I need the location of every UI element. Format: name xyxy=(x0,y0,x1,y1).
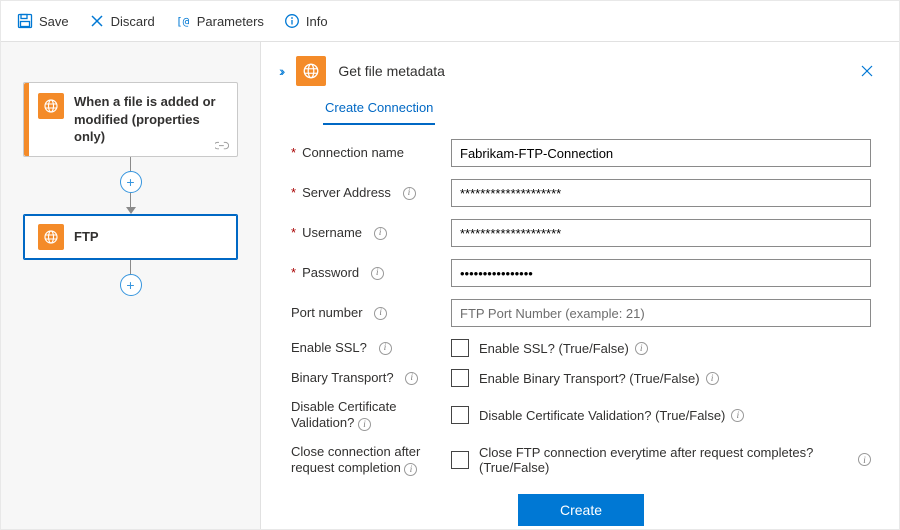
connection-name-label: *Connection name xyxy=(291,145,451,161)
server-address-input[interactable] xyxy=(451,179,871,207)
toolbar: Save Discard [@] Parameters Info xyxy=(1,1,899,41)
ftp-icon xyxy=(38,224,64,250)
binary-transport-label: Binary Transport? i xyxy=(291,370,451,386)
action-title: FTP xyxy=(74,224,99,246)
close-button[interactable] xyxy=(855,59,879,83)
discard-button[interactable]: Discard xyxy=(83,9,161,33)
connector-line xyxy=(130,260,131,274)
disable-cert-checkbox-label: Disable Certificate Validation? (True/Fa… xyxy=(479,408,744,423)
action-card-ftp[interactable]: FTP xyxy=(23,214,238,260)
card-accent xyxy=(24,83,29,156)
info-icon[interactable]: i xyxy=(405,372,418,385)
password-input[interactable] xyxy=(451,259,871,287)
info-icon[interactable]: i xyxy=(706,372,719,385)
add-step-button[interactable]: + xyxy=(120,274,142,296)
port-label: Port number i xyxy=(291,305,451,321)
enable-ssl-checkbox[interactable] xyxy=(451,339,469,357)
info-icon[interactable]: i xyxy=(379,342,392,355)
discard-icon xyxy=(89,13,105,29)
close-conn-checkbox-label: Close FTP connection everytime after req… xyxy=(479,445,871,475)
connection-name-input[interactable] xyxy=(451,139,871,167)
info-label: Info xyxy=(306,14,328,29)
enable-ssl-checkbox-label: Enable SSL? (True/False)i xyxy=(479,341,648,356)
close-conn-checkbox[interactable] xyxy=(451,451,469,469)
close-icon xyxy=(859,63,875,79)
save-label: Save xyxy=(39,14,69,29)
info-icon xyxy=(284,13,300,29)
tab-create-connection[interactable]: Create Connection xyxy=(323,92,435,125)
detail-header: ›› Get file metadata xyxy=(261,42,899,92)
add-step-button[interactable]: + xyxy=(120,171,142,193)
port-input[interactable] xyxy=(451,299,871,327)
info-icon[interactable]: i xyxy=(404,463,417,476)
disable-cert-checkbox[interactable] xyxy=(451,406,469,424)
password-label: *Password i xyxy=(291,265,451,281)
info-icon[interactable]: i xyxy=(635,342,648,355)
connector-line xyxy=(130,193,131,207)
detail-title: Get file metadata xyxy=(338,63,843,79)
link-icon xyxy=(215,140,229,152)
binary-transport-checkbox[interactable] xyxy=(451,369,469,387)
create-button[interactable]: Create xyxy=(518,494,644,526)
ftp-icon xyxy=(296,56,326,86)
collapse-chevrons-icon[interactable]: ›› xyxy=(279,63,282,79)
ftp-icon xyxy=(38,93,64,119)
connector-2: + xyxy=(23,260,238,296)
detail-panel: ›› Get file metadata Create Connection *… xyxy=(261,41,899,529)
trigger-card[interactable]: When a file is added or modified (proper… xyxy=(23,82,238,157)
info-icon[interactable]: i xyxy=(403,187,416,200)
connector-line xyxy=(130,157,131,171)
info-icon[interactable]: i xyxy=(858,453,871,466)
discard-label: Discard xyxy=(111,14,155,29)
save-icon xyxy=(17,13,33,29)
parameters-icon: [@] xyxy=(175,13,191,29)
info-button[interactable]: Info xyxy=(278,9,334,33)
info-icon[interactable]: i xyxy=(371,267,384,280)
svg-text:[@]: [@] xyxy=(176,15,191,28)
tab-row: Create Connection xyxy=(261,92,899,125)
parameters-button[interactable]: [@] Parameters xyxy=(169,9,270,33)
arrowhead-icon xyxy=(126,207,136,214)
info-icon[interactable]: i xyxy=(374,307,387,320)
username-input[interactable] xyxy=(451,219,871,247)
info-icon[interactable]: i xyxy=(358,418,371,431)
connection-form: *Connection name *Server Address i *User… xyxy=(261,125,899,529)
enable-ssl-label: Enable SSL? i xyxy=(291,340,451,356)
save-button[interactable]: Save xyxy=(11,9,75,33)
info-icon[interactable]: i xyxy=(374,227,387,240)
close-conn-label: Close connection after request completio… xyxy=(291,444,451,477)
disable-cert-label: Disable Certificate Validation? i xyxy=(291,399,451,432)
binary-transport-checkbox-label: Enable Binary Transport? (True/False)i xyxy=(479,371,719,386)
server-address-label: *Server Address i xyxy=(291,185,451,201)
connector-1: + xyxy=(23,157,238,214)
username-label: *Username i xyxy=(291,225,451,241)
parameters-label: Parameters xyxy=(197,14,264,29)
trigger-title: When a file is added or modified (proper… xyxy=(74,93,225,146)
info-icon[interactable]: i xyxy=(731,409,744,422)
workflow-canvas: When a file is added or modified (proper… xyxy=(1,41,261,529)
